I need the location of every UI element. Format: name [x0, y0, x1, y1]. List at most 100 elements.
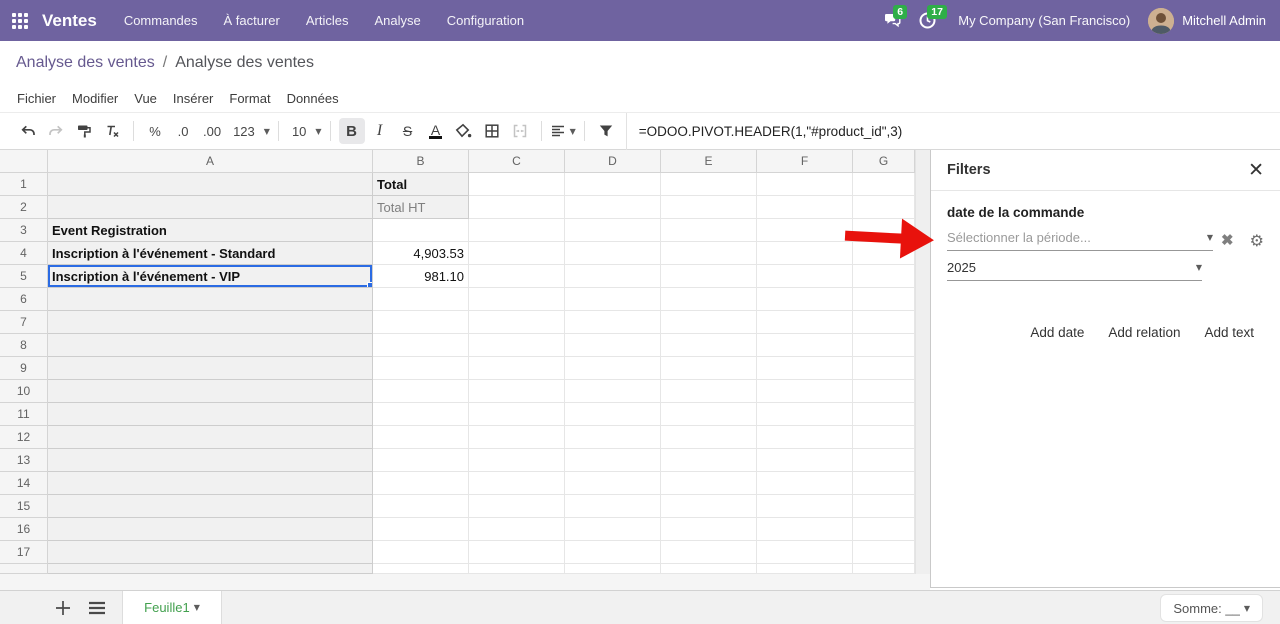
cell-C7[interactable]: [469, 311, 565, 334]
cell-G13[interactable]: [853, 449, 915, 472]
cell-C3[interactable]: [469, 219, 565, 242]
cell-D14[interactable]: [565, 472, 661, 495]
cell-E4[interactable]: [661, 242, 757, 265]
row-header-6[interactable]: 6: [0, 288, 48, 311]
cell-F2[interactable]: [757, 196, 853, 219]
cell-F12[interactable]: [757, 426, 853, 449]
cell-B14[interactable]: [373, 472, 469, 495]
cell-A8[interactable]: [48, 334, 373, 357]
cell-F15[interactable]: [757, 495, 853, 518]
format-percent-button[interactable]: %: [142, 118, 168, 144]
cell-F3[interactable]: [757, 219, 853, 242]
select-all-corner[interactable]: [0, 150, 48, 173]
cell-B17[interactable]: [373, 541, 469, 564]
activities-button[interactable]: 17: [910, 0, 944, 41]
cell-D7[interactable]: [565, 311, 661, 334]
cell-G12[interactable]: [853, 426, 915, 449]
cell-F9[interactable]: [757, 357, 853, 380]
menu-format[interactable]: Format: [221, 85, 278, 113]
cell-F5[interactable]: [757, 265, 853, 288]
cell-F17[interactable]: [757, 541, 853, 564]
cell-C4[interactable]: [469, 242, 565, 265]
row-header-13[interactable]: 13: [0, 449, 48, 472]
cell-D12[interactable]: [565, 426, 661, 449]
cell-A1[interactable]: [48, 173, 373, 196]
cell-F6[interactable]: [757, 288, 853, 311]
row-header-15[interactable]: 15: [0, 495, 48, 518]
cell-E7[interactable]: [661, 311, 757, 334]
app-name[interactable]: Ventes: [42, 11, 97, 31]
cell-F7[interactable]: [757, 311, 853, 334]
cell-D2[interactable]: [565, 196, 661, 219]
cell-B13[interactable]: [373, 449, 469, 472]
column-header-D[interactable]: D: [565, 150, 661, 173]
formula-bar[interactable]: =ODOO.PIVOT.HEADER(1,"#product_id",3): [626, 113, 1280, 150]
cell-A12[interactable]: [48, 426, 373, 449]
decrease-decimal-button[interactable]: .0: [170, 118, 196, 144]
cell-C18[interactable]: [469, 564, 565, 574]
aggregate-selector[interactable]: Somme: __ ▼: [1160, 594, 1263, 622]
cell-C10[interactable]: [469, 380, 565, 403]
cell-E15[interactable]: [661, 495, 757, 518]
cell-G1[interactable]: [853, 173, 915, 196]
cell-D8[interactable]: [565, 334, 661, 357]
cell-B4[interactable]: 4,903.53: [373, 242, 469, 265]
menu-donnees[interactable]: Données: [279, 85, 347, 113]
redo-button[interactable]: [43, 118, 69, 144]
cell-E16[interactable]: [661, 518, 757, 541]
cell-G18[interactable]: [853, 564, 915, 574]
cell-C17[interactable]: [469, 541, 565, 564]
row-header-14[interactable]: 14: [0, 472, 48, 495]
cell-D5[interactable]: [565, 265, 661, 288]
cell-G7[interactable]: [853, 311, 915, 334]
cell-G8[interactable]: [853, 334, 915, 357]
cell-G17[interactable]: [853, 541, 915, 564]
column-header-C[interactable]: C: [469, 150, 565, 173]
cell-G5[interactable]: [853, 265, 915, 288]
cell-E5[interactable]: [661, 265, 757, 288]
cell-F10[interactable]: [757, 380, 853, 403]
cell-D4[interactable]: [565, 242, 661, 265]
filter-button[interactable]: [593, 118, 619, 144]
merge-cells-button[interactable]: [507, 118, 533, 144]
cell-F13[interactable]: [757, 449, 853, 472]
clear-filter-icon[interactable]: ✖: [1221, 233, 1234, 248]
menu-inserer[interactable]: Insérer: [165, 85, 221, 113]
cell-E11[interactable]: [661, 403, 757, 426]
cell-A2[interactable]: [48, 196, 373, 219]
cell-F14[interactable]: [757, 472, 853, 495]
row-header-17[interactable]: 17: [0, 541, 48, 564]
cell-B9[interactable]: [373, 357, 469, 380]
cell-B16[interactable]: [373, 518, 469, 541]
cell-B1[interactable]: Total: [373, 173, 469, 196]
cell-A10[interactable]: [48, 380, 373, 403]
fill-color-button[interactable]: [451, 118, 477, 144]
menu-commandes[interactable]: Commandes: [111, 0, 211, 41]
column-header-G[interactable]: G: [853, 150, 915, 173]
row-header-18[interactable]: [0, 564, 48, 574]
cell-E9[interactable]: [661, 357, 757, 380]
cell-A11[interactable]: [48, 403, 373, 426]
bold-button[interactable]: B: [339, 118, 365, 144]
cell-A5[interactable]: Inscription à l'événement - VIP: [48, 265, 373, 288]
cell-G11[interactable]: [853, 403, 915, 426]
user-avatar[interactable]: [1148, 8, 1174, 34]
horizontal-align-button[interactable]: ▼: [550, 118, 576, 144]
cell-B18[interactable]: [373, 564, 469, 574]
cell-D3[interactable]: [565, 219, 661, 242]
cell-F4[interactable]: [757, 242, 853, 265]
menu-modifier[interactable]: Modifier: [64, 85, 126, 113]
selection-fill-handle[interactable]: [367, 282, 373, 288]
cell-B6[interactable]: [373, 288, 469, 311]
column-header-E[interactable]: E: [661, 150, 757, 173]
menu-vue[interactable]: Vue: [126, 85, 165, 113]
cell-F1[interactable]: [757, 173, 853, 196]
italic-button[interactable]: I: [367, 118, 393, 144]
number-format-menu[interactable]: 123▼: [228, 118, 270, 144]
cell-G9[interactable]: [853, 357, 915, 380]
menu-analyse[interactable]: Analyse: [362, 0, 434, 41]
cell-D6[interactable]: [565, 288, 661, 311]
period-select[interactable]: Sélectionner la période... ▼: [947, 230, 1213, 251]
cell-C12[interactable]: [469, 426, 565, 449]
cell-D9[interactable]: [565, 357, 661, 380]
